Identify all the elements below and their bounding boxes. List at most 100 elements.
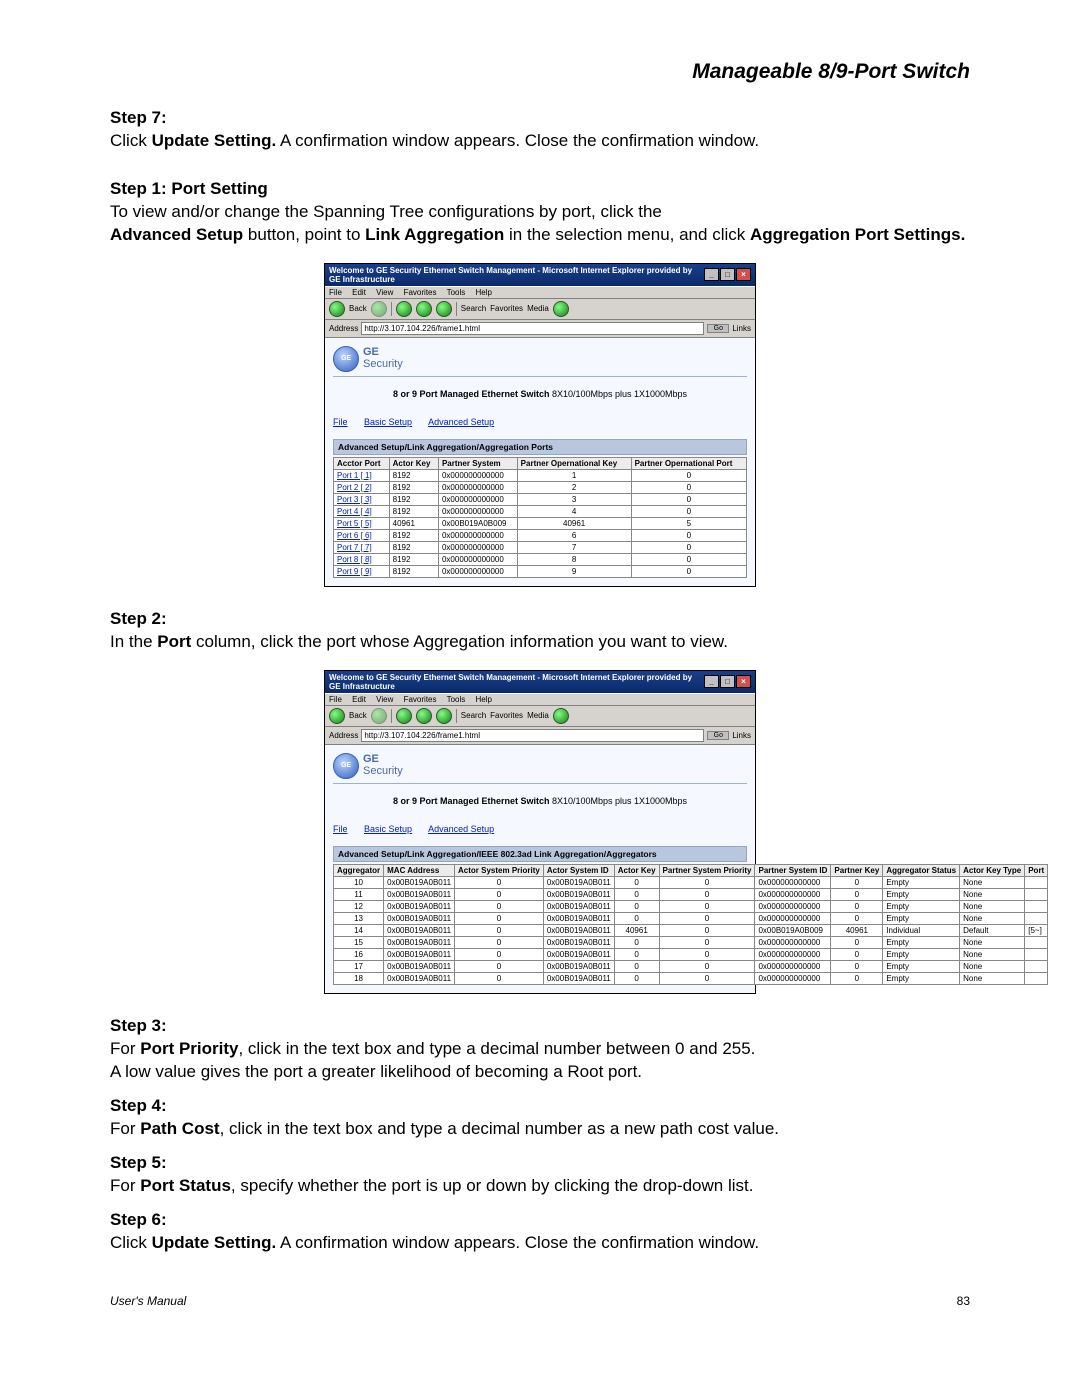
refresh-icon[interactable]	[416, 708, 432, 724]
port-link-cell[interactable]: Port 1 [ 1]	[334, 469, 390, 481]
forward-icon[interactable]	[371, 708, 387, 724]
nav-basic-setup[interactable]: Basic Setup	[364, 824, 412, 834]
home-icon[interactable]	[436, 301, 452, 317]
menu-tools[interactable]: Tools	[447, 288, 466, 297]
back-label[interactable]: Back	[349, 711, 367, 720]
table-cell: 0	[659, 948, 755, 960]
table-header: Partner Opernational Port	[631, 457, 746, 469]
stop-icon[interactable]	[396, 301, 412, 317]
table-row: 100x00B019A0B01100x00B019A0B011000x00000…	[334, 876, 1048, 888]
table-cell: 0x00B019A0B011	[543, 924, 614, 936]
browser-menu-bar[interactable]: File Edit View Favorites Tools Help	[325, 286, 755, 299]
maximize-button[interactable]: □	[720, 268, 735, 281]
forward-icon[interactable]	[371, 301, 387, 317]
close-button[interactable]: ×	[736, 675, 751, 688]
minimize-button[interactable]: _	[704, 675, 719, 688]
table-cell: 16	[334, 948, 384, 960]
t: in the selection menu, and click	[504, 225, 750, 244]
table-cell: 8192	[389, 565, 438, 577]
port-link-cell[interactable]: Port 5 [ 5]	[334, 517, 390, 529]
port-link-cell[interactable]: Port 3 [ 3]	[334, 493, 390, 505]
search-label[interactable]: Search	[461, 711, 486, 720]
table-cell: 40961	[389, 517, 438, 529]
table-cell: 8	[517, 553, 631, 565]
media-label[interactable]: Media	[527, 711, 549, 720]
go-button[interactable]: Go	[707, 731, 729, 740]
port-link-cell[interactable]: Port 9 [ 9]	[334, 565, 390, 577]
port-link-cell[interactable]: Port 7 [ 7]	[334, 541, 390, 553]
table-cell: 0	[659, 900, 755, 912]
menu-help[interactable]: Help	[476, 695, 492, 704]
history-icon[interactable]	[553, 708, 569, 724]
table-header: Actor Key	[614, 864, 659, 876]
back-icon[interactable]	[329, 708, 345, 724]
back-label[interactable]: Back	[349, 304, 367, 313]
menu-edit[interactable]: Edit	[352, 695, 366, 704]
table-cell: None	[960, 900, 1025, 912]
menu-view[interactable]: View	[376, 288, 393, 297]
search-label[interactable]: Search	[461, 304, 486, 313]
table-cell: 8192	[389, 541, 438, 553]
refresh-icon[interactable]	[416, 301, 432, 317]
table-row: Port 9 [ 9]81920x00000000000090	[334, 565, 747, 577]
links-label[interactable]: Links	[732, 324, 751, 333]
browser-tool-bar[interactable]: Back Search Favorites Media	[325, 299, 755, 320]
table-row: Port 3 [ 3]81920x00000000000030	[334, 493, 747, 505]
nav-advanced-setup[interactable]: Advanced Setup	[428, 417, 494, 427]
go-button[interactable]: Go	[707, 324, 729, 333]
port-link-cell[interactable]: Port 6 [ 6]	[334, 529, 390, 541]
table-cell: 0	[614, 960, 659, 972]
table-cell: 0	[831, 888, 883, 900]
table-cell: 0	[831, 900, 883, 912]
table-cell: 0x00B019A0B011	[543, 948, 614, 960]
menu-favorites[interactable]: Favorites	[404, 288, 437, 297]
browser-menu-bar[interactable]: File Edit View Favorites Tools Help	[325, 693, 755, 706]
menu-help[interactable]: Help	[476, 288, 492, 297]
port-link-cell[interactable]: Port 8 [ 8]	[334, 553, 390, 565]
t: button, point to	[243, 225, 365, 244]
table-row: Port 6 [ 6]81920x00000000000060	[334, 529, 747, 541]
window-title-bar: Welcome to GE Security Ethernet Switch M…	[325, 264, 755, 286]
t: A confirmation window appears. Close the…	[276, 131, 759, 150]
step4-body: For Path Cost, click in the text box and…	[110, 1118, 970, 1141]
links-label[interactable]: Links	[732, 731, 751, 740]
port-link-cell[interactable]: Port 2 [ 2]	[334, 481, 390, 493]
nav-advanced-setup[interactable]: Advanced Setup	[428, 824, 494, 834]
back-icon[interactable]	[329, 301, 345, 317]
table-cell: 0	[455, 900, 544, 912]
table-cell: 0x000000000000	[438, 505, 517, 517]
menu-tools[interactable]: Tools	[447, 695, 466, 704]
menu-favorites[interactable]: Favorites	[404, 695, 437, 704]
t: Advanced Setup	[110, 225, 243, 244]
table-cell	[1025, 912, 1048, 924]
nav-file[interactable]: File	[333, 417, 348, 427]
nav-basic-setup[interactable]: Basic Setup	[364, 417, 412, 427]
t: Update Setting.	[152, 1233, 277, 1252]
table-cell: 0x00B019A0B011	[384, 912, 455, 924]
port-link-cell[interactable]: Port 4 [ 4]	[334, 505, 390, 517]
maximize-button[interactable]: □	[720, 675, 735, 688]
favorites-label[interactable]: Favorites	[490, 304, 523, 313]
minimize-button[interactable]: _	[704, 268, 719, 281]
close-button[interactable]: ×	[736, 268, 751, 281]
browser-tool-bar[interactable]: Back Search Favorites Media	[325, 706, 755, 727]
stop-icon[interactable]	[396, 708, 412, 724]
breadcrumb: Advanced Setup/Link Aggregation/IEEE 802…	[333, 846, 747, 862]
favorites-label[interactable]: Favorites	[490, 711, 523, 720]
menu-edit[interactable]: Edit	[352, 288, 366, 297]
brand-security: Security	[363, 766, 403, 778]
table-cell: 0	[831, 972, 883, 984]
nav-file[interactable]: File	[333, 824, 348, 834]
media-label[interactable]: Media	[527, 304, 549, 313]
table-cell: 8192	[389, 493, 438, 505]
home-icon[interactable]	[436, 708, 452, 724]
address-input[interactable]: http://3.107.104.226/frame1.html	[361, 322, 704, 335]
address-input[interactable]: http://3.107.104.226/frame1.html	[361, 729, 704, 742]
t: For	[110, 1039, 140, 1058]
menu-view[interactable]: View	[376, 695, 393, 704]
menu-file[interactable]: File	[329, 288, 342, 297]
table-row: Port 7 [ 7]81920x00000000000070	[334, 541, 747, 553]
menu-file[interactable]: File	[329, 695, 342, 704]
history-icon[interactable]	[553, 301, 569, 317]
table-row: 160x00B019A0B01100x00B019A0B011000x00000…	[334, 948, 1048, 960]
